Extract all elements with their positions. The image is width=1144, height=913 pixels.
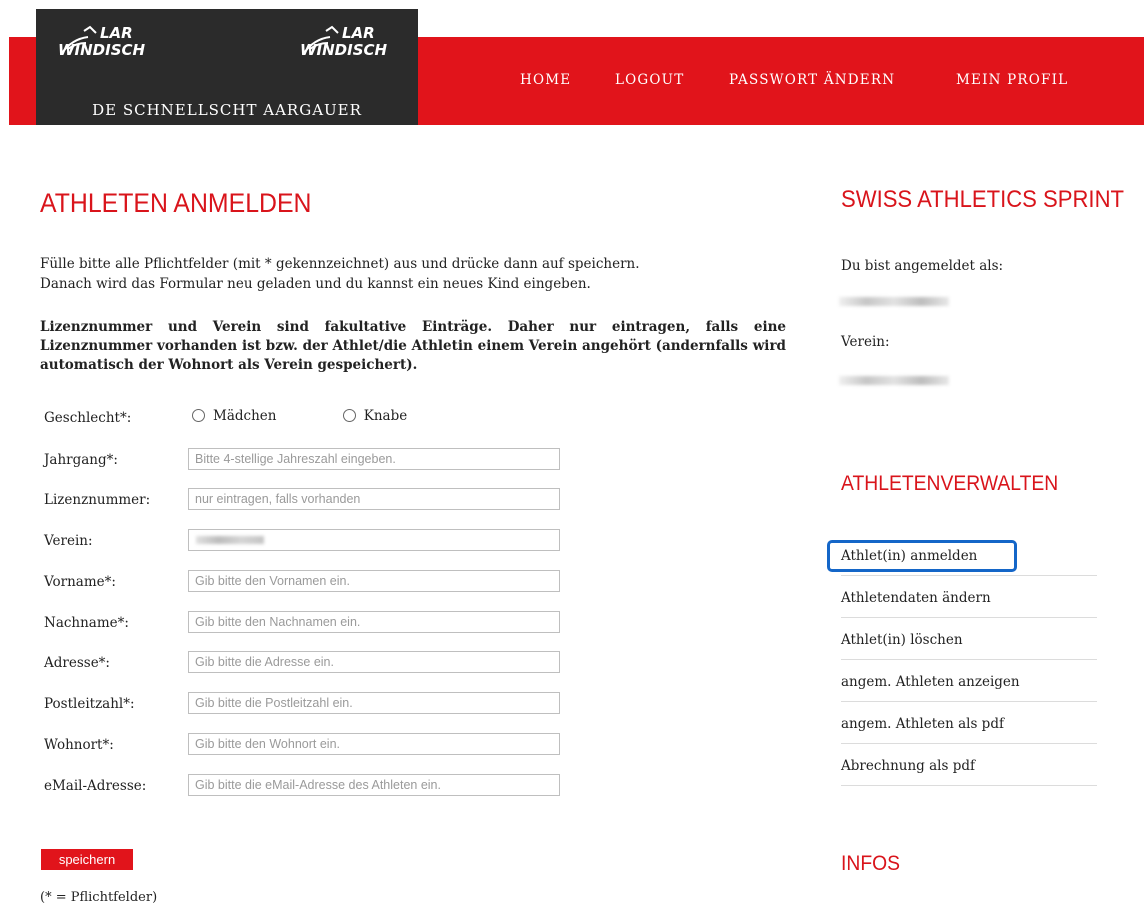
radio-girl-label[interactable]: Mädchen <box>213 408 276 424</box>
nav-logout[interactable]: LOGOUT <box>615 72 684 88</box>
wohnort-input[interactable] <box>188 733 560 755</box>
radio-boy[interactable] <box>342 409 356 422</box>
adresse-input[interactable] <box>188 651 560 673</box>
site-tagline: DE SCHNELLSCHT AARGAUER <box>92 101 362 119</box>
selected-item-highlight <box>827 540 1017 572</box>
nav-my-profile[interactable]: MEIN PROFIL <box>956 72 1068 88</box>
site-logo[interactable]: LAR WINDISCH <box>58 25 145 59</box>
adresse-label: Adresse*: <box>44 655 110 671</box>
menu-item-pdf[interactable]: angem. Athleten als pdf <box>841 702 1097 744</box>
infos-title: INFOS <box>841 852 901 875</box>
manage-athletes-title: ATHLETENVERWALTEN <box>841 472 1059 495</box>
club-label: Verein: <box>841 334 890 350</box>
nav-change-password[interactable]: PASSWORT ÄNDERN <box>729 72 895 88</box>
menu-item-show[interactable]: angem. Athleten anzeigen <box>841 660 1097 702</box>
menu-item-delete[interactable]: Athlet(in) löschen <box>841 618 1097 660</box>
email-label: eMail-Adresse: <box>44 778 147 794</box>
site-logo-secondary[interactable]: LAR WINDISCH <box>300 25 387 59</box>
verein-value-redacted <box>196 536 264 544</box>
postleitzahl-label: Postleitzahl*: <box>44 696 135 712</box>
menu-item-edit[interactable]: Athletendaten ändern <box>841 576 1097 618</box>
postleitzahl-input[interactable] <box>188 692 560 714</box>
jahrgang-input[interactable] <box>188 448 560 470</box>
save-button[interactable]: speichern <box>41 849 133 870</box>
nav-home[interactable]: HOME <box>520 72 571 88</box>
radio-girl[interactable] <box>192 409 205 422</box>
logo-box: LAR WINDISCH LAR WINDISCH DE SCHNELLSCHT… <box>36 9 418 125</box>
menu-item-invoice-pdf[interactable]: Abrechnung als pdf <box>841 744 1097 786</box>
lizenznummer-input[interactable] <box>188 488 560 510</box>
runner-logo-icon <box>61 25 97 54</box>
jahrgang-label: Jahrgang*: <box>44 452 118 468</box>
gender-radio-group: Mädchen Knabe <box>192 408 407 424</box>
nachname-label: Nachname*: <box>44 615 129 631</box>
club-redacted <box>839 376 949 385</box>
logged-in-label: Du bist angemeldet als: <box>841 258 1004 274</box>
radio-boy-label[interactable]: Knabe <box>364 408 407 424</box>
vorname-input[interactable] <box>188 570 560 592</box>
runner-logo-icon <box>303 25 339 54</box>
nachname-input[interactable] <box>188 611 560 633</box>
username-redacted <box>839 297 949 306</box>
vorname-label: Vorname*: <box>44 574 116 590</box>
optional-fields-note: Lizenznummer und Verein sind fakultative… <box>40 319 786 373</box>
gender-label: Geschlecht*: <box>44 410 132 426</box>
email-input[interactable] <box>188 774 560 796</box>
lizenznummer-label: Lizenznummer: <box>44 492 151 508</box>
wohnort-label: Wohnort*: <box>44 737 114 753</box>
required-fields-footnote: (* = Pflichtfelder) <box>40 890 158 905</box>
sidebar-title: SWISS ATHLETICS SPRINT <box>841 186 1125 213</box>
page-title: ATHLETEN ANMELDEN <box>40 188 312 218</box>
intro-text: Fülle bitte alle Pflichtfelder (mit * ge… <box>40 256 640 292</box>
verein-label: Verein: <box>44 533 93 549</box>
